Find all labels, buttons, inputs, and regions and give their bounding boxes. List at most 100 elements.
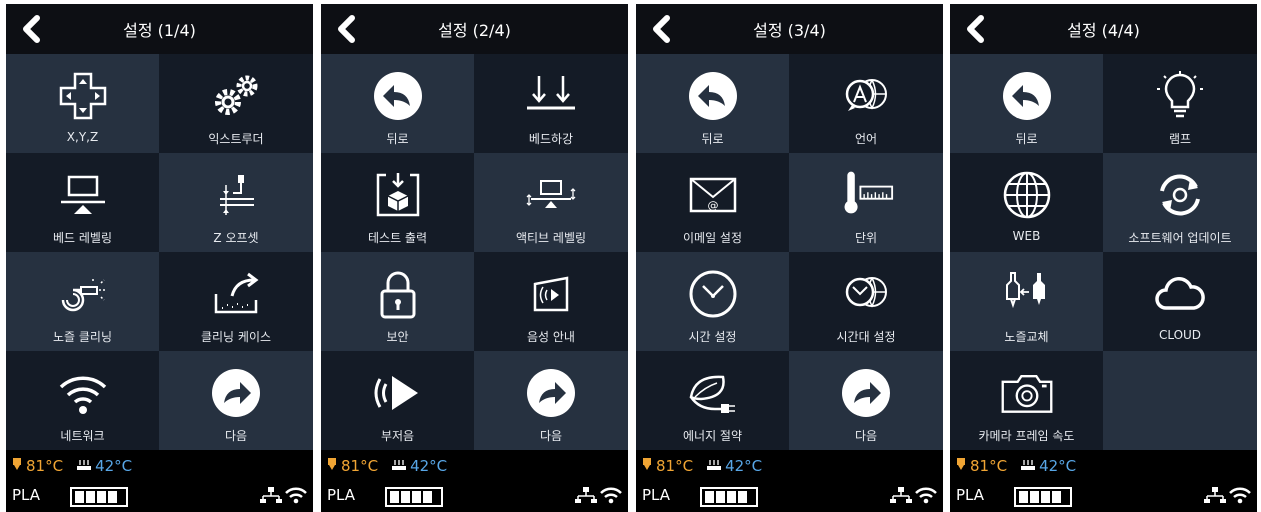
wifi-status-icon	[600, 486, 622, 508]
status-bar: 81°C 42°C PLA	[636, 450, 943, 512]
wifi-status-icon	[285, 486, 307, 508]
tile-label: X,Y,Z	[66, 130, 99, 144]
tile-label: 베드 레벨링	[52, 231, 112, 245]
tile-label: 시간 설정	[688, 330, 737, 344]
test-print-icon	[370, 169, 426, 221]
tile-software-update[interactable]: 소프트웨어 업데이트	[1103, 153, 1257, 252]
back-arrow-icon[interactable]	[646, 13, 678, 45]
tile-test-print[interactable]: 테스트 출력	[321, 153, 474, 252]
tile-bed-leveling[interactable]: 베드 레벨링	[6, 153, 159, 252]
tile-voice-guide[interactable]: 음성 안내	[474, 252, 628, 351]
back-arrow-icon[interactable]	[331, 13, 363, 45]
tile-buzzer[interactable]: 부저음	[321, 351, 474, 450]
top-bar: 설정 (2/4)	[321, 4, 628, 54]
bed-temp-icon	[707, 457, 722, 475]
wifi-icon	[55, 367, 111, 419]
settings-screen-2: 설정 (2/4) 뒤로 베드하강 테스트 출력 액티브 레벨링 보안 음성 안내…	[321, 4, 628, 512]
network-status	[1204, 486, 1251, 508]
back-arrow-icon[interactable]	[16, 13, 48, 45]
temperature-readouts: 81°C 42°C	[12, 457, 132, 475]
tile-label: 노즐 클리닝	[52, 330, 112, 344]
globe-icon	[999, 169, 1055, 221]
settings-screen-4: 설정 (4/4) 뒤로 램프 WEB 소프트웨어 업데이트 노즐교체 CLOUD…	[950, 4, 1257, 512]
gears-icon	[208, 70, 264, 122]
filament-level-icon	[385, 487, 445, 511]
tile-time[interactable]: 시간 설정	[636, 252, 789, 351]
tile-label: 뒤로	[386, 132, 409, 146]
tile-label: 네트워크	[60, 429, 105, 443]
bed-temp: 42°C	[1039, 457, 1077, 475]
tile-label: 클리닝 케이스	[200, 330, 272, 344]
tile-label: 다음	[854, 429, 878, 443]
tile-label: 시간대 설정	[836, 330, 896, 344]
wifi-status-icon	[1229, 486, 1251, 508]
tile-label: 부저음	[380, 429, 415, 443]
tile-back[interactable]: 뒤로	[321, 54, 474, 153]
tile-nozzle-change[interactable]: 노즐교체	[950, 252, 1103, 351]
settings-grid: X,Y,Z 익스트루더 베드 레벨링 Z 오프셋 노즐 클리닝 클리닝 케이스 …	[6, 54, 313, 450]
tile-cleaning-case[interactable]: 클리닝 케이스	[159, 252, 313, 351]
tile-energy-saving[interactable]: 에너지 절약	[636, 351, 789, 450]
nozzle-temp: 81°C	[656, 457, 694, 475]
tile-label: 소프트웨어 업데이트	[1128, 231, 1232, 245]
nozzle-temp-icon	[956, 457, 966, 475]
tile-web[interactable]: WEB	[950, 153, 1103, 252]
page-title: 설정 (1/4)	[123, 21, 196, 40]
tile-network[interactable]: 네트워크	[6, 351, 159, 450]
active-level-icon	[523, 169, 579, 221]
ethernet-icon	[890, 487, 912, 507]
tile-label: 음성 안내	[527, 330, 575, 344]
bed-temp-icon	[392, 457, 407, 475]
settings-grid: 뒤로 베드하강 테스트 출력 액티브 레벨링 보안 음성 안내 부저음 다음	[321, 54, 628, 450]
bed-temp-icon	[1021, 457, 1036, 475]
tile-xyz[interactable]: X,Y,Z	[6, 54, 159, 153]
top-bar: 설정 (4/4)	[950, 4, 1257, 54]
tile-security[interactable]: 보안	[321, 252, 474, 351]
back-arrow-icon[interactable]	[960, 13, 992, 45]
tile-language[interactable]: 언어	[789, 54, 943, 153]
thermometer-icon	[838, 169, 894, 221]
tile-active-leveling[interactable]: 액티브 레벨링	[474, 153, 628, 252]
status-bar: 81°C 42°C PLA	[321, 450, 628, 512]
tile-lamp[interactable]: 램프	[1103, 54, 1257, 153]
tile-timezone[interactable]: 시간대 설정	[789, 252, 943, 351]
back-circle-icon	[999, 70, 1055, 122]
tile-nozzle-cleaning[interactable]: 노즐 클리닝	[6, 252, 159, 351]
next-icon	[838, 367, 894, 419]
tile-label: 베드하강	[528, 132, 574, 146]
tile-label: 이메일 설정	[682, 231, 742, 245]
temperature-readouts: 81°C 42°C	[956, 457, 1076, 475]
tile-z-offset[interactable]: Z 오프셋	[159, 153, 313, 252]
tile-next[interactable]: 다음	[789, 351, 943, 450]
tile-bed-down[interactable]: 베드하강	[474, 54, 628, 153]
tile-email[interactable]: @ 이메일 설정	[636, 153, 789, 252]
tile-cloud[interactable]: CLOUD	[1103, 252, 1257, 351]
nozzle-temp-icon	[642, 457, 652, 475]
next-icon	[523, 367, 579, 419]
svg-text:@: @	[707, 199, 718, 212]
tile-extruder[interactable]: 익스트루더	[159, 54, 313, 153]
voice-guide-icon	[523, 268, 579, 320]
tile-label: 에너지 절약	[682, 429, 742, 443]
tile-label: 다음	[224, 429, 248, 443]
bed-temp-icon	[77, 457, 92, 475]
filament-level-icon	[1014, 487, 1074, 511]
buzzer-icon	[370, 367, 426, 419]
tile-back[interactable]: 뒤로	[950, 54, 1103, 153]
page-title: 설정 (3/4)	[753, 21, 826, 40]
tile-next[interactable]: 다음	[474, 351, 628, 450]
timezone-icon	[838, 268, 894, 320]
tile-units[interactable]: 단위	[789, 153, 943, 252]
tile-label: 램프	[1168, 132, 1192, 146]
filament-level-icon	[700, 487, 760, 511]
filament-type: PLA	[956, 486, 985, 504]
tile-next[interactable]: 다음	[159, 351, 313, 450]
bed-down-icon	[523, 70, 579, 122]
tile-camera-frame-rate[interactable]: 카메라 프레임 속도	[950, 351, 1103, 450]
nozzle-temp: 81°C	[26, 457, 64, 475]
tile-back[interactable]: 뒤로	[636, 54, 789, 153]
status-bar: 81°C 42°C PLA	[950, 450, 1257, 512]
tile-label: 테스트 출력	[367, 231, 427, 245]
lock-icon	[370, 268, 426, 320]
settings-grid: 뒤로 램프 WEB 소프트웨어 업데이트 노즐교체 CLOUD 카메라 프레임 …	[950, 54, 1257, 450]
